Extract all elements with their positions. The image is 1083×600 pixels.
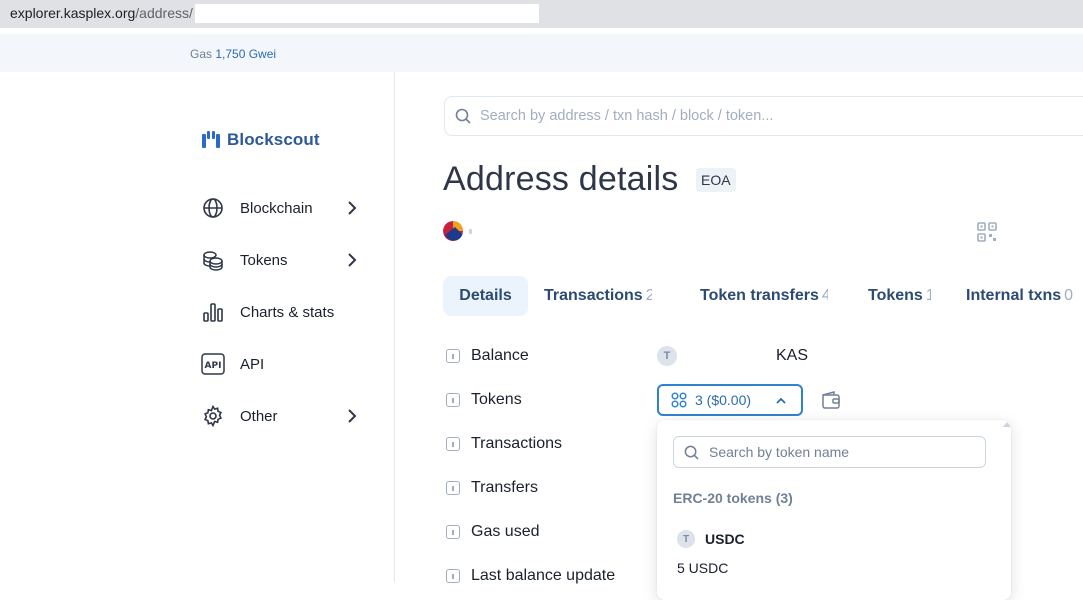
token-search-input[interactable]: Search by token name (673, 436, 986, 468)
svg-text:API: API (205, 361, 222, 371)
sidebar-item-label: Tokens (240, 251, 288, 269)
chevron-up-icon (776, 397, 786, 404)
gas-value[interactable]: 1,750 Gwei (215, 47, 276, 61)
coins-icon (201, 248, 225, 272)
sidebar-item-label: API (240, 355, 265, 373)
sidebar-item-label: Other (240, 407, 278, 425)
gear-icon (201, 404, 225, 428)
row-label: Gas used (471, 523, 540, 540)
browser-address-bar[interactable]: explorer.kasplex.org/address/ (0, 0, 1083, 28)
logo[interactable]: Blockscout (201, 130, 320, 150)
wallet-icon[interactable] (820, 389, 842, 411)
detail-row-tokens: Tokens (446, 388, 522, 412)
url-path: /address/ (135, 5, 193, 21)
detail-row-last-balance-update: Last balance update (446, 564, 615, 588)
detail-row-balance: Balance (446, 344, 529, 368)
top-info-bar: Gas 1,750 Gwei (0, 34, 1083, 72)
tab-details[interactable]: Details (443, 276, 528, 316)
token-symbol: USDC (705, 531, 745, 547)
logo-text: Blockscout (227, 130, 320, 149)
balance-unit: KAS (776, 347, 809, 364)
info-icon[interactable] (446, 393, 460, 407)
token-list-item[interactable]: T USDC (677, 530, 745, 548)
address-hash-redacted (469, 229, 472, 234)
tab-label: Transactions (544, 287, 643, 304)
info-icon[interactable] (446, 349, 460, 363)
tokens-dropdown-button[interactable]: 3 ($0.00) (657, 384, 803, 416)
tab-token-transfers[interactable]: Token transfers 4 (700, 276, 828, 316)
sidebar-item-label: Charts & stats (240, 303, 335, 321)
search-input[interactable]: Search by address / txn hash / block / t… (444, 96, 1083, 136)
chevron-right-icon (348, 253, 357, 267)
tab-label: Token transfers (700, 287, 819, 304)
native-token-icon: T (657, 346, 677, 366)
tokens-count-label: 3 ($0.00) (695, 392, 752, 408)
tab-count: 2 (645, 287, 652, 304)
bar-chart-icon (201, 300, 225, 324)
row-label: Balance (471, 347, 529, 364)
blockscout-logo-icon (202, 131, 220, 148)
page-title: Address details (443, 160, 679, 198)
tab-label: Internal txns (966, 287, 1062, 304)
token-group-label: ERC-20 tokens (3) (673, 490, 793, 506)
grid-icon (671, 392, 687, 408)
sidebar-item-tokens[interactable]: Tokens (201, 247, 371, 273)
sidebar-item-charts-stats[interactable]: Charts & stats (201, 299, 371, 325)
address-avatar (443, 221, 463, 241)
row-label: Tokens (471, 391, 522, 408)
search-icon (684, 445, 699, 460)
search-icon (455, 108, 471, 124)
address-type-badge: EOA (696, 168, 736, 192)
tab-count: 1 (925, 287, 931, 304)
sidebar-item-api[interactable]: API API (201, 351, 371, 377)
token-amount: 5 USDC (677, 560, 729, 576)
tab-label: Details (459, 287, 512, 304)
row-label: Last balance update (471, 567, 616, 584)
globe-icon (201, 196, 225, 220)
chevron-right-icon (348, 409, 357, 423)
search-placeholder: Search by address / txn hash / block / t… (480, 108, 774, 124)
detail-row-transactions: Transactions (446, 432, 562, 456)
gas-price: Gas 1,750 Gwei (190, 47, 276, 61)
row-label: Transfers (471, 479, 538, 496)
url-text: explorer.kasplex.org/address/ (10, 5, 193, 21)
tab-transactions[interactable]: Transactions 2 (544, 276, 652, 316)
sidebar-item-label: Blockchain (240, 199, 313, 217)
tab-tokens[interactable]: Tokens 1 (868, 276, 931, 316)
tab-count: 4 (821, 287, 828, 304)
url-redaction (195, 4, 539, 23)
sidebar: Blockscout Blockchain Tokens Charts & st… (0, 72, 395, 582)
chevron-right-icon (348, 201, 357, 215)
qr-code-icon[interactable] (977, 222, 997, 242)
scroll-up-arrow[interactable] (1003, 422, 1011, 427)
token-icon: T (677, 530, 695, 548)
row-label: Transactions (471, 435, 562, 452)
detail-row-transfers: Transfers (446, 476, 538, 500)
api-icon: API (201, 352, 225, 376)
info-icon[interactable] (446, 481, 460, 495)
tab-count: 0 (1064, 287, 1074, 304)
url-host: explorer.kasplex.org (10, 5, 136, 21)
tab-label: Tokens (868, 287, 923, 304)
gas-label: Gas (190, 47, 213, 61)
detail-row-gas-used: Gas used (446, 520, 539, 544)
sidebar-item-other[interactable]: Other (201, 403, 371, 429)
info-icon[interactable] (446, 569, 460, 583)
tab-internal-txns[interactable]: Internal txns 0 (966, 276, 1083, 316)
tokens-dropdown-panel: Search by token name ERC-20 tokens (3) T… (657, 420, 1011, 600)
info-icon[interactable] (446, 525, 460, 539)
info-icon[interactable] (446, 437, 460, 451)
token-search-placeholder: Search by token name (709, 444, 850, 460)
sidebar-item-blockchain[interactable]: Blockchain (201, 195, 371, 221)
